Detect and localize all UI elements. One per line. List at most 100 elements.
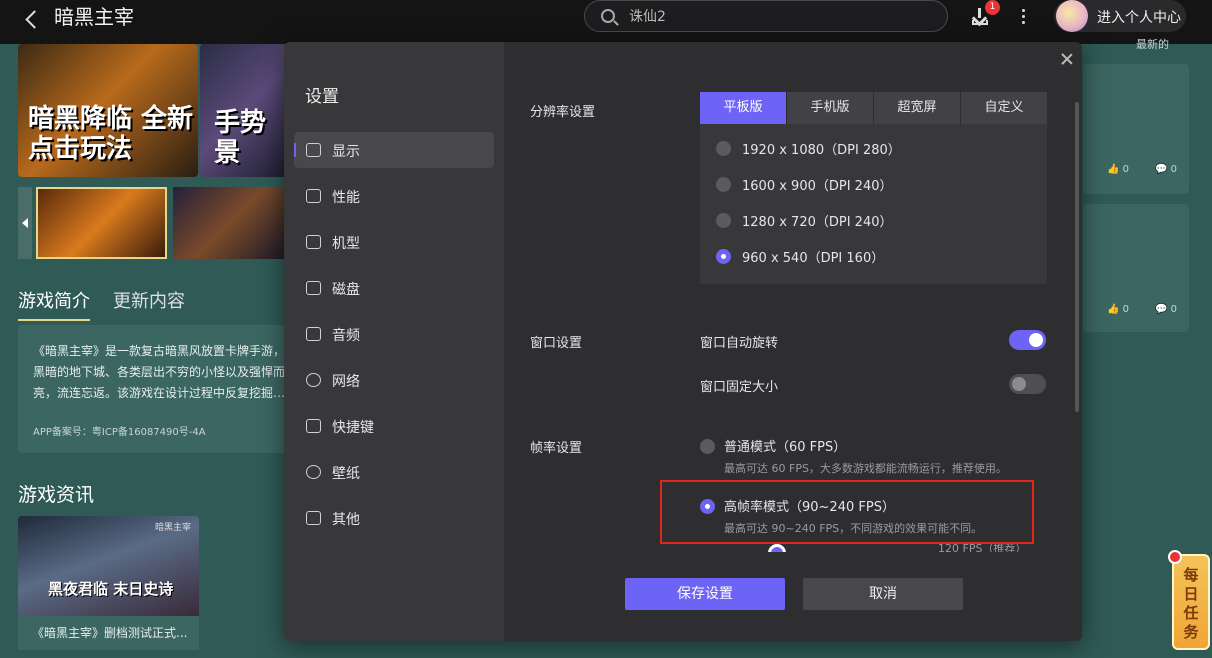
nav-item-other[interactable]: 其他 — [294, 500, 494, 536]
nav-label: 显示 — [332, 144, 360, 160]
keyboard-icon — [306, 419, 321, 433]
settings-dialog: 设置 显示 性能 机型 磁盘 音频 网络 快捷键 壁纸 其他 分辨率设置 平板版… — [284, 42, 1082, 641]
nav-label: 磁盘 — [332, 282, 360, 298]
disk-icon — [306, 281, 321, 295]
nav-label: 性能 — [332, 190, 360, 206]
radio-button[interactable] — [716, 213, 731, 228]
news-card-art-text: 黑夜君临 末日史诗 — [48, 580, 174, 598]
radio-label: 1280 x 720（DPI 240） — [742, 215, 893, 230]
fixed-size-toggle[interactable] — [1009, 374, 1046, 394]
radio-label: 1920 x 1080（DPI 280） — [742, 143, 901, 158]
right-card-1[interactable]: 👍 0 💬 0 — [1083, 64, 1189, 194]
nav-item-shortcuts[interactable]: 快捷键 — [294, 408, 494, 444]
highlight-box — [660, 480, 1034, 544]
right-top-label: 最新的 — [1136, 38, 1169, 51]
hero-banner-2[interactable]: 手势 景 — [200, 44, 290, 177]
thumbnail-1[interactable] — [36, 187, 167, 259]
fps-normal-desc: 最高可达 60 FPS，大多数游戏都能流畅运行，推荐使用。 — [724, 462, 1007, 475]
comment-count: 💬 0 — [1155, 304, 1178, 315]
like-count: 👍 0 — [1107, 304, 1130, 315]
nav-label: 机型 — [332, 236, 360, 252]
profile-label: 进入个人中心 — [1097, 10, 1181, 26]
radio-label: 1600 x 900（DPI 240） — [742, 179, 893, 194]
resolution-options: 1920 x 1080（DPI 280） 1600 x 900（DPI 240）… — [700, 124, 1047, 284]
app-title: 暗黑主宰 — [54, 5, 134, 29]
window-section-label: 窗口设置 — [530, 336, 583, 351]
nav-label: 快捷键 — [332, 420, 374, 436]
auto-rotate-toggle[interactable] — [1009, 330, 1046, 350]
right-card-2[interactable]: 👍 0 💬 0 — [1083, 204, 1189, 332]
radio-button[interactable] — [700, 439, 715, 454]
fps-normal-option[interactable]: 普通模式（60 FPS） 最高可达 60 FPS，大多数游戏都能流畅运行，推荐使… — [700, 436, 1040, 476]
settings-nav: 显示 性能 机型 磁盘 音频 网络 快捷键 壁纸 其他 — [294, 132, 494, 546]
news-card-caption[interactable]: 《暗黑主宰》删档测试正式... — [18, 616, 199, 650]
radio-label: 960 x 540（DPI 160） — [742, 251, 885, 266]
profile-button[interactable]: 进入个人中心 — [1054, 0, 1186, 32]
device-icon — [306, 235, 321, 249]
dialog-footer: 保存设置 取消 — [504, 552, 1082, 641]
hero-banner-1[interactable]: 暗黑降临 全新点击玩法 — [18, 44, 198, 177]
news-card-logo: 暗黑主宰 — [154, 523, 191, 533]
nav-label: 网络 — [332, 374, 360, 390]
performance-icon — [306, 189, 321, 203]
nav-item-display[interactable]: 显示 — [294, 132, 494, 168]
nav-label: 音频 — [332, 328, 360, 344]
thumbnail-2[interactable] — [173, 187, 285, 259]
globe-icon — [306, 373, 321, 387]
save-button[interactable]: 保存设置 — [625, 578, 785, 610]
hero-banner-1-text: 暗黑降临 全新点击玩法 — [28, 104, 194, 164]
tab-tablet[interactable]: 平板版 — [700, 92, 787, 124]
palette-icon — [306, 465, 321, 479]
radio-button[interactable] — [716, 177, 731, 192]
daily-task-widget[interactable]: 每日任务 — [1168, 550, 1210, 650]
intro-text: 《暗黑主宰》是一款复古暗黑风放置卡牌手游，玩家将在黑暗的地下城、各类层出不穷的小… — [33, 344, 288, 400]
tab-phone[interactable]: 手机版 — [787, 92, 874, 124]
avatar — [1056, 0, 1088, 32]
nav-item-network[interactable]: 网络 — [294, 362, 494, 398]
fixed-size-label: 窗口固定大小 — [700, 380, 779, 395]
icp-record: APP备案号：粤ICP备16087490号-4A — [33, 427, 206, 438]
radio-button-selected[interactable] — [716, 249, 731, 264]
tab-ultrawide[interactable]: 超宽屏 — [874, 92, 961, 124]
nav-item-wallpaper[interactable]: 壁纸 — [294, 454, 494, 490]
news-section-title: 游戏资讯 — [18, 484, 95, 506]
cancel-button[interactable]: 取消 — [803, 578, 963, 610]
hero-banner-2-text: 手势 景 — [214, 108, 267, 168]
tab-custom[interactable]: 自定义 — [961, 92, 1047, 124]
grid-icon — [306, 511, 321, 525]
intro-box: 《暗黑主宰》是一款复古暗黑风放置卡牌手游，玩家将在黑暗的地下城、各类层出不穷的小… — [18, 325, 288, 453]
monitor-icon — [306, 143, 321, 157]
resolution-tabs: 平板版 手机版 超宽屏 自定义 — [700, 92, 1047, 124]
auto-rotate-label: 窗口自动旋转 — [700, 336, 779, 351]
like-count: 👍 0 — [1107, 164, 1130, 175]
audio-icon — [306, 327, 321, 341]
comment-count: 💬 0 — [1155, 164, 1178, 175]
fps-normal-title: 普通模式（60 FPS） — [724, 440, 847, 455]
download-badge: 1 — [985, 0, 1000, 15]
tab-game-intro[interactable]: 游戏简介 — [18, 287, 90, 321]
daily-task-label: 每日任务 — [1183, 566, 1199, 641]
settings-sidebar: 设置 显示 性能 机型 磁盘 音频 网络 快捷键 壁纸 其他 — [284, 42, 504, 641]
nav-item-disk[interactable]: 磁盘 — [294, 270, 494, 306]
nav-item-performance[interactable]: 性能 — [294, 178, 494, 214]
nav-label: 壁纸 — [332, 466, 360, 482]
nav-item-device[interactable]: 机型 — [294, 224, 494, 260]
resolution-section-label: 分辨率设置 — [530, 105, 596, 120]
search-box[interactable] — [584, 0, 948, 32]
tab-update-content[interactable]: 更新内容 — [113, 287, 185, 313]
more-menu-icon[interactable] — [1020, 9, 1026, 25]
radio-button[interactable] — [716, 141, 731, 156]
thumbs-prev-icon[interactable] — [18, 187, 32, 259]
daily-task-dot — [1168, 550, 1182, 564]
nav-item-audio[interactable]: 音频 — [294, 316, 494, 352]
settings-title: 设置 — [305, 87, 339, 107]
top-bar: 暗黑主宰 1 进入个人中心 — [0, 0, 1212, 44]
news-card-image[interactable]: 暗黑主宰 黑夜君临 末日史诗 — [18, 516, 199, 616]
nav-label: 其他 — [332, 512, 360, 528]
download-arrow — [978, 8, 981, 18]
search-input[interactable] — [629, 5, 929, 27]
download-tray — [972, 20, 988, 25]
back-icon[interactable] — [22, 8, 42, 32]
search-icon — [601, 9, 615, 23]
settings-content: 分辨率设置 平板版 手机版 超宽屏 自定义 1920 x 1080（DPI 28… — [504, 42, 1082, 641]
